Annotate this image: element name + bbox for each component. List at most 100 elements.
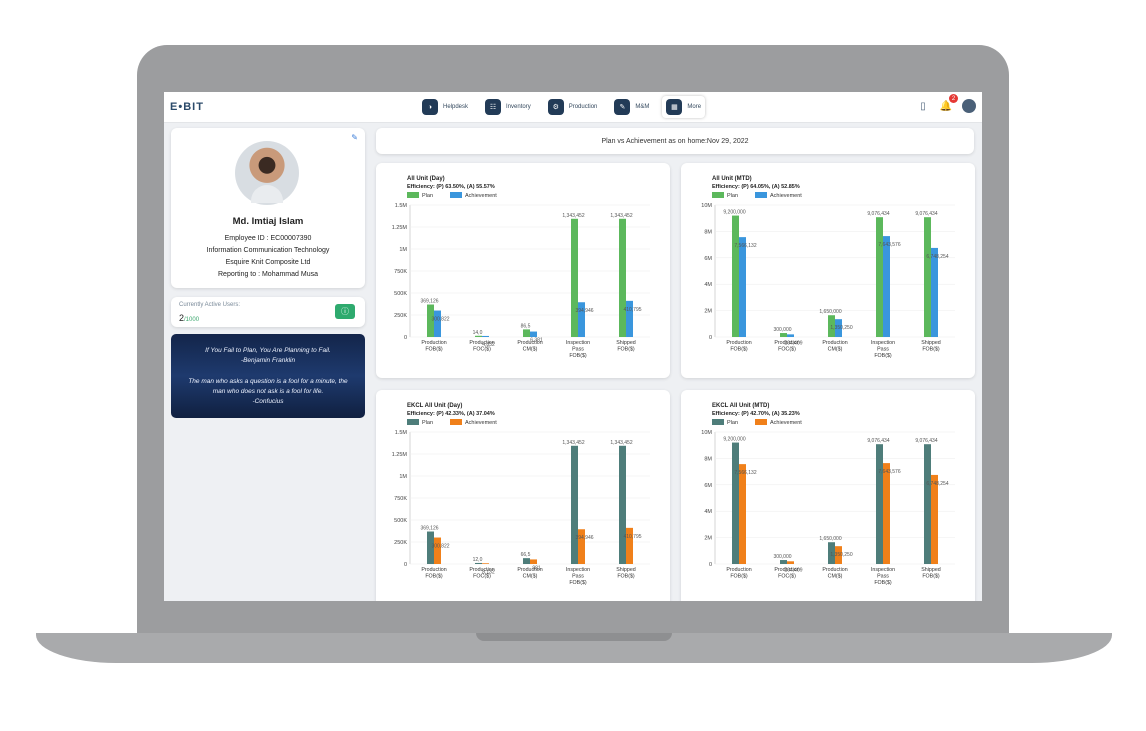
legend-swatch [755,192,767,198]
data-label: 410,795 [623,534,641,540]
x-tick-label: Production [822,567,847,573]
legend-swatch [712,419,724,425]
helpdesk-icon: ◑ [422,99,438,115]
data-label: 9,076,434 [915,438,937,444]
x-tick-label: Production [774,567,799,573]
y-tick-label: 10M [701,430,712,436]
department: Information Communication Technology [206,247,330,254]
bar-achievement [883,236,890,337]
nav-helpdesk[interactable]: ◑ Helpdesk [418,96,472,118]
x-tick-label: CM($) [828,574,843,580]
bar-plan [924,444,931,564]
top-right-actions: ▯ 🔔 2 [916,94,976,113]
data-label: 66,5 [521,552,531,558]
nav-mm[interactable]: ✎ M&M [610,96,653,118]
profile-card: ✎ Md. Imtiaj Islam Employee ID : EC00007… [171,128,365,288]
legend-swatch [450,419,462,425]
bar-achievement [739,464,746,564]
y-tick-label: 4M [704,282,712,288]
bar-plan [571,445,578,564]
data-label: 1,343,452 [610,213,632,219]
nav-inventory[interactable]: ☷ Inventory [481,96,535,118]
bar-plan [780,560,787,564]
data-label: 86,5 [521,323,531,329]
main-nav: ◑ Helpdesk ☷ Inventory ⚙ Production ✎ M&… [418,96,706,120]
active-users-max: /1000 [184,317,200,323]
x-tick-label: Production [469,567,494,573]
edit-icon[interactable]: ✎ [351,133,358,142]
y-tick-label: 0 [404,562,407,568]
info-button[interactable]: ⓘ [335,304,355,319]
nav-label: Inventory [506,104,531,110]
document-icon[interactable]: ▯ [916,99,930,113]
app-screen: E•BIT ◑ Helpdesk ☷ Inventory ⚙ Productio… [164,92,982,601]
x-tick-label: Production [517,567,542,573]
reporting-to: Reporting to : Mohammad Musa [218,271,318,278]
nav-more[interactable]: ▦ More [662,96,706,118]
nav-label: More [687,104,702,110]
chart-subtitle: Efficiency: (P) 64.05%, (A) 52.85% [712,184,800,190]
y-tick-label: 1M [399,247,407,253]
x-tick-label: FOC($) [778,574,796,580]
bell-icon[interactable]: 🔔 2 [939,94,958,113]
legend-label: Achievement [770,193,802,199]
y-tick-label: 500K [394,291,407,297]
bar-achievement [883,463,890,564]
bar-plan [619,218,626,337]
x-tick-label: FOB($) [922,347,940,353]
y-tick-label: 1.25M [392,452,408,458]
quote-card: If You Fail to Plan, You Are Planning to… [171,334,365,418]
bar-plan [523,558,530,564]
x-tick-label: Pass [572,574,584,580]
x-tick-label: FOB($) [425,347,443,353]
y-tick-label: 750K [394,496,407,502]
chart-title: EKCL All Unit (MTD) [712,403,769,409]
chart-subtitle: Efficiency: (P) 63.50%, (A) 55.57% [407,184,495,190]
data-label: 9,076,434 [915,211,937,217]
x-tick-label: FOB($) [617,574,635,580]
data-label: 1,343,452 [562,440,584,446]
x-tick-label: Shipped [616,340,635,346]
bar-plan [571,218,578,337]
app-logo[interactable]: E•BIT [170,101,204,113]
y-tick-label: 2M [704,309,712,315]
nav-label: Helpdesk [443,104,469,110]
legend-swatch [407,192,419,198]
x-tick-label: Production [469,340,494,346]
nav-production[interactable]: ⚙ Production [544,96,602,118]
bar-achievement [931,474,938,564]
bar-plan [780,333,787,337]
x-tick-label: Production [421,567,446,573]
x-tick-label: FOB($) [730,574,748,580]
legend-label: Plan [727,420,738,426]
bar-achievement [434,310,441,337]
x-tick-label: FOC($) [778,347,796,353]
data-label: 394,946 [575,308,593,314]
x-tick-label: FOB($) [425,574,443,580]
y-tick-label: 1.5M [395,430,408,436]
data-label: 410,795 [623,307,641,313]
nav-label: M&M [635,104,650,110]
x-tick-label: Production [726,567,751,573]
bar-plan [732,442,739,564]
x-tick-label: Shipped [921,567,940,573]
active-users-card: Currently Active Users: 2/1000 ⓘ [171,297,365,327]
chart-card-ekcl-mtd: EKCL All Unit (MTD) Efficiency: (P) 42.70… [681,390,975,601]
data-label: 1,343,452 [610,440,632,446]
y-tick-label: 0 [404,335,407,341]
user-avatar-icon[interactable] [962,99,976,113]
x-tick-label: FOB($) [922,574,940,580]
data-label: 300,822 [431,544,449,550]
quote-2-author: -Confucius [252,398,284,405]
chart-title: All Unit (Day) [407,176,445,182]
data-label: 14,0 [473,330,483,336]
active-users-label: Currently Active Users: [179,302,241,308]
quote-1: If You Fail to Plan, You Are Planning to… [205,347,331,354]
data-label: 9,076,434 [867,438,889,444]
data-label: 1,343,452 [562,213,584,219]
data-label: 369,126 [420,526,438,532]
x-tick-label: Shipped [921,340,940,346]
legend-swatch [755,419,767,425]
quote-1-author: -Benjamin Franklin [240,357,296,364]
active-users-count: 2/1000 [179,313,199,323]
